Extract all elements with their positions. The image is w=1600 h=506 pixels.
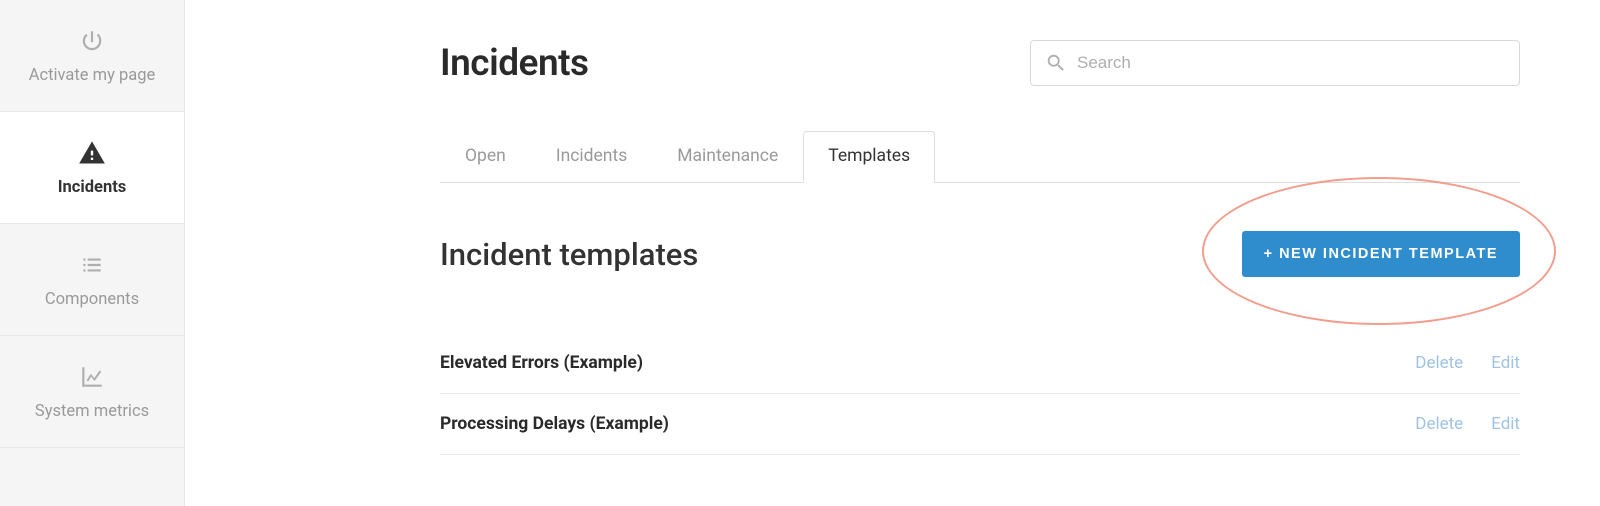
template-row: Elevated Errors (Example) Delete Edit <box>440 333 1520 394</box>
sidebar-item-label: Incidents <box>58 178 127 197</box>
delete-link[interactable]: Delete <box>1415 353 1463 373</box>
list-icon <box>79 252 105 278</box>
header-row: Incidents <box>440 40 1520 86</box>
chart-icon <box>79 364 105 390</box>
template-name: Elevated Errors (Example) <box>440 353 643 373</box>
warning-icon <box>78 140 106 166</box>
sidebar: Activate my page Incidents Components Sy… <box>0 0 185 506</box>
sidebar-item-label: System metrics <box>35 402 149 421</box>
search-wrap[interactable] <box>1030 40 1520 86</box>
section-title: Incident templates <box>440 236 698 273</box>
tab-incidents[interactable]: Incidents <box>531 131 652 183</box>
sidebar-item-incidents[interactable]: Incidents <box>0 112 184 224</box>
section-header: Incident templates + NEW INCIDENT TEMPLA… <box>440 231 1520 277</box>
template-actions: Delete Edit <box>1415 414 1520 434</box>
sidebar-item-components[interactable]: Components <box>0 224 184 336</box>
new-incident-template-button[interactable]: + NEW INCIDENT TEMPLATE <box>1242 231 1520 277</box>
tab-open[interactable]: Open <box>440 131 531 183</box>
search-input[interactable] <box>1077 53 1505 73</box>
tab-maintenance[interactable]: Maintenance <box>652 131 803 183</box>
template-list: Elevated Errors (Example) Delete Edit Pr… <box>440 333 1520 455</box>
power-icon <box>79 28 105 54</box>
edit-link[interactable]: Edit <box>1491 414 1520 434</box>
sidebar-item-activate[interactable]: Activate my page <box>0 0 184 112</box>
page-title: Incidents <box>440 42 589 85</box>
template-row: Processing Delays (Example) Delete Edit <box>440 394 1520 455</box>
sidebar-item-label: Activate my page <box>29 66 156 85</box>
template-name: Processing Delays (Example) <box>440 414 669 434</box>
main-content: Incidents Open Incidents Maintenance Tem… <box>185 0 1600 506</box>
template-actions: Delete Edit <box>1415 353 1520 373</box>
sidebar-item-system-metrics[interactable]: System metrics <box>0 336 184 448</box>
edit-link[interactable]: Edit <box>1491 353 1520 373</box>
search-icon <box>1045 52 1067 74</box>
tab-templates[interactable]: Templates <box>803 131 935 183</box>
tabs: Open Incidents Maintenance Templates <box>440 130 1520 183</box>
sidebar-item-label: Components <box>45 290 139 309</box>
delete-link[interactable]: Delete <box>1415 414 1463 434</box>
